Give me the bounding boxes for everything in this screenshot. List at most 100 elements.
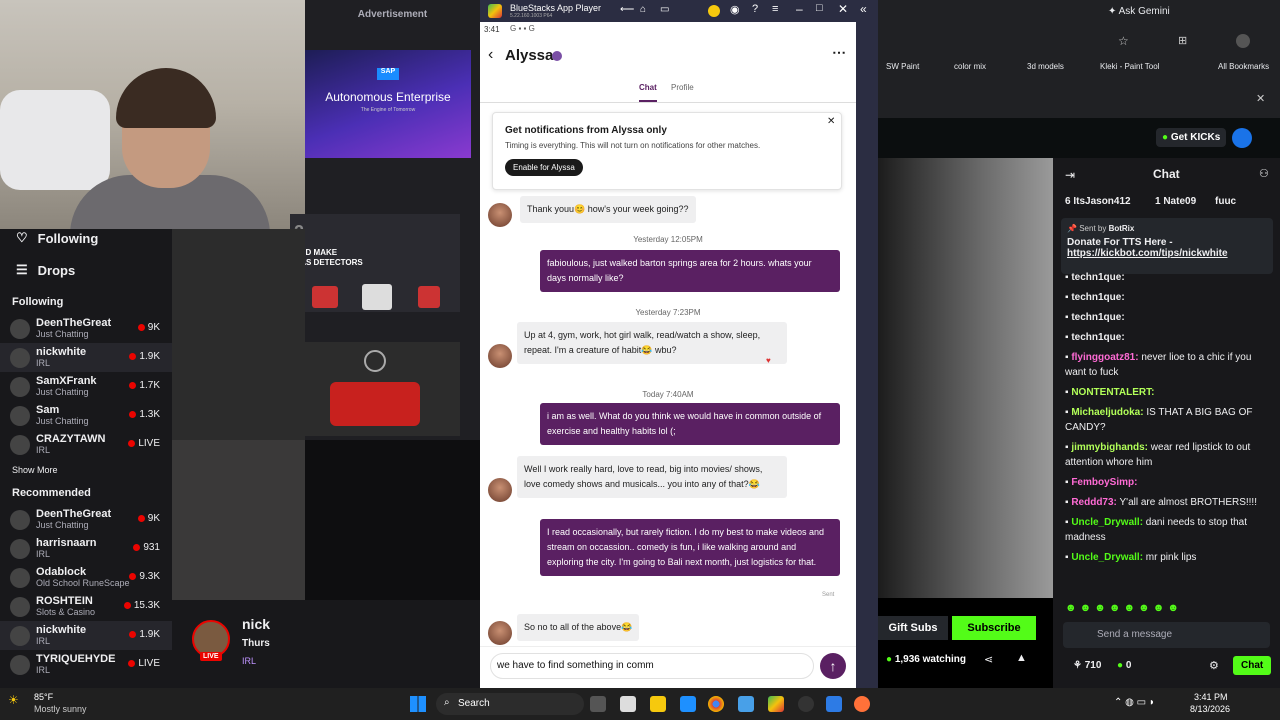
recommended-channel[interactable]: Odablock Old School RuneScape 9.3K	[0, 563, 172, 592]
menu-icon[interactable]: ≡	[772, 3, 778, 15]
contact-avatar[interactable]	[488, 621, 512, 645]
share-icon[interactable]: ⋖	[984, 653, 993, 666]
chat-username[interactable]: Uncle_Drywall:	[1071, 517, 1143, 528]
bookmark-item[interactable]: 3d models	[1027, 62, 1064, 71]
weather-icon[interactable]: ☀	[8, 693, 19, 707]
chat-username[interactable]: techn1que:	[1071, 272, 1124, 283]
stream-category[interactable]: IRL	[242, 656, 256, 666]
notepad-icon[interactable]	[738, 696, 754, 712]
collapse-icon[interactable]: «	[860, 2, 867, 16]
following-channel[interactable]: SamXFrank Just Chatting 1.7K	[0, 372, 172, 401]
recommended-channel[interactable]: DeenTheGreat Just Chatting 9K	[0, 505, 172, 534]
chat-username[interactable]: jimmybighands:	[1071, 442, 1148, 453]
firefox-icon[interactable]	[854, 696, 870, 712]
following-channel[interactable]: CRAZYTAWN IRL LIVE	[0, 430, 172, 459]
kick-video[interactable]	[878, 158, 1053, 598]
chat-username[interactable]: Uncle_Drywall:	[1071, 552, 1143, 563]
points-display[interactable]: ⚘ 710	[1073, 660, 1101, 671]
more-options-icon[interactable]: ⋯	[832, 44, 846, 61]
gifter-chip[interactable]: fuuc	[1215, 196, 1236, 207]
sent-message[interactable]: I read occasionally, but rarely fiction.…	[540, 519, 840, 576]
bookmark-item[interactable]: Kleki - Paint Tool	[1100, 62, 1159, 71]
gift-subs-button[interactable]: Gift Subs	[878, 616, 948, 640]
chat-username[interactable]: techn1que:	[1071, 312, 1124, 323]
show-more-link[interactable]: Show More	[0, 459, 172, 481]
received-message[interactable]: Up at 4, gym, work, hot girl walk, read/…	[517, 322, 787, 364]
chat-username[interactable]: NONTENTALERT:	[1071, 387, 1154, 398]
gifter-chip[interactable]: 1 Nate09	[1155, 196, 1196, 207]
enable-notifications-button[interactable]: Enable for Alyssa	[505, 159, 583, 176]
back-arrow-icon[interactable]: ‹	[488, 46, 493, 64]
coin-icon[interactable]	[708, 5, 720, 17]
chat-settings-icon[interactable]: ⚙	[1209, 659, 1219, 672]
profile-avatar[interactable]	[1236, 34, 1250, 48]
extensions-icon[interactable]: ⊞	[1178, 34, 1187, 47]
chat-username[interactable]: Reddd73:	[1071, 497, 1117, 508]
recommended-channel[interactable]: TYRIQUEHYDE IRL LIVE	[0, 650, 172, 679]
obs-icon[interactable]	[798, 696, 814, 712]
contact-avatar[interactable]	[488, 478, 512, 502]
sent-message[interactable]: i am as well. What do you think we would…	[540, 403, 840, 445]
ask-gemini-button[interactable]: ✦ Ask Gemini	[1108, 6, 1170, 17]
close-icon[interactable]: ✕	[838, 2, 848, 16]
chrome-icon[interactable]	[708, 696, 724, 712]
gifter-chip[interactable]: 6 ItsJason412	[1065, 196, 1131, 207]
chat-username[interactable]: Michaeljudoka:	[1071, 407, 1143, 418]
tray-icons[interactable]: ⌃ ◍ ▭ ◗	[1114, 697, 1155, 708]
message-input[interactable]: we have to find something in comm	[490, 653, 814, 679]
chat-username[interactable]: techn1que:	[1071, 292, 1124, 303]
following-channel[interactable]: nickwhite IRL 1.9K	[0, 343, 172, 372]
account-icon[interactable]: ◉	[730, 3, 740, 16]
nav-drops[interactable]: ☰ Drops	[0, 254, 172, 286]
following-channel[interactable]: DeenTheGreat Just Chatting 9K	[0, 314, 172, 343]
kicks-display[interactable]: ● 0	[1117, 660, 1131, 671]
user-avatar[interactable]	[1232, 128, 1252, 148]
send-button[interactable]: ↑	[820, 653, 846, 679]
start-button[interactable]	[410, 696, 426, 712]
tab-profile[interactable]: Profile	[671, 83, 694, 92]
chat-send-button[interactable]: Chat	[1233, 656, 1272, 675]
streamer-name[interactable]: nick	[242, 616, 270, 632]
home-icon[interactable]: ⌂	[640, 4, 646, 15]
close-notification-icon[interactable]: ✕	[827, 116, 835, 127]
chat-username[interactable]: flyinggoatz81:	[1071, 352, 1138, 363]
contact-avatar[interactable]	[488, 344, 512, 368]
bookmark-item[interactable]: color mix	[954, 62, 986, 71]
back-icon[interactable]: ⟵	[620, 4, 634, 15]
sap-ad[interactable]: SAP Autonomous Enterprise The Engine of …	[305, 50, 471, 158]
taskbar-search[interactable]: Search	[436, 693, 584, 715]
get-kicks-button[interactable]: ● Get KICKs	[1156, 128, 1227, 147]
chat-username[interactable]: techn1que:	[1071, 332, 1124, 343]
recents-icon[interactable]: ▭	[660, 4, 669, 15]
folder-icon[interactable]	[650, 696, 666, 712]
nav-following[interactable]: ♡ Following	[0, 222, 172, 254]
file-icon[interactable]	[620, 696, 636, 712]
recommended-channel[interactable]: ROSHTEIN Slots & Casino 15.3K	[0, 592, 172, 621]
close-banner-icon[interactable]: ✕	[1256, 92, 1265, 105]
recommended-channel[interactable]: nickwhite IRL 1.9K	[0, 621, 172, 650]
received-message[interactable]: Thank youu😊 how's your week going??	[520, 196, 696, 223]
sent-message[interactable]: fabioulous, just walked barton springs a…	[540, 250, 840, 292]
recommended-channel[interactable]: harrisnaarn IRL 931	[0, 534, 172, 563]
app-icon[interactable]	[680, 696, 696, 712]
chat-users-icon[interactable]: ⚇	[1259, 167, 1269, 180]
gas-detector-ad[interactable]: 2 AND MAKE GAS DETECTORS	[290, 214, 460, 312]
chat-input[interactable]: Send a message	[1063, 622, 1270, 648]
contact-avatar[interactable]	[488, 203, 512, 227]
received-message[interactable]: Well I work really hard, love to read, b…	[517, 456, 787, 498]
contact-name[interactable]: Alyssa	[505, 47, 553, 64]
following-channel[interactable]: Sam Just Chatting 1.3K	[0, 401, 172, 430]
collapse-chat-icon[interactable]: ⇥	[1065, 168, 1075, 182]
subscribe-button[interactable]: Subscribe	[952, 616, 1036, 640]
bookmark-item[interactable]: SW Paint	[886, 62, 919, 71]
pinned-link[interactable]: https://kickbot.com/tips/nickwhite	[1067, 248, 1267, 259]
all-bookmarks[interactable]: All Bookmarks	[1218, 62, 1269, 71]
bluestacks-icon[interactable]	[768, 696, 784, 712]
telephone-ad[interactable]	[290, 342, 460, 436]
chat-username[interactable]: FemboySimp:	[1071, 477, 1137, 488]
received-message[interactable]: So no to all of the above😂	[517, 614, 640, 641]
report-icon[interactable]: ▲	[1016, 652, 1027, 664]
minimize-icon[interactable]: –	[796, 2, 803, 16]
maximize-icon[interactable]: □	[816, 2, 823, 14]
tab-chat[interactable]: Chat	[639, 83, 657, 102]
